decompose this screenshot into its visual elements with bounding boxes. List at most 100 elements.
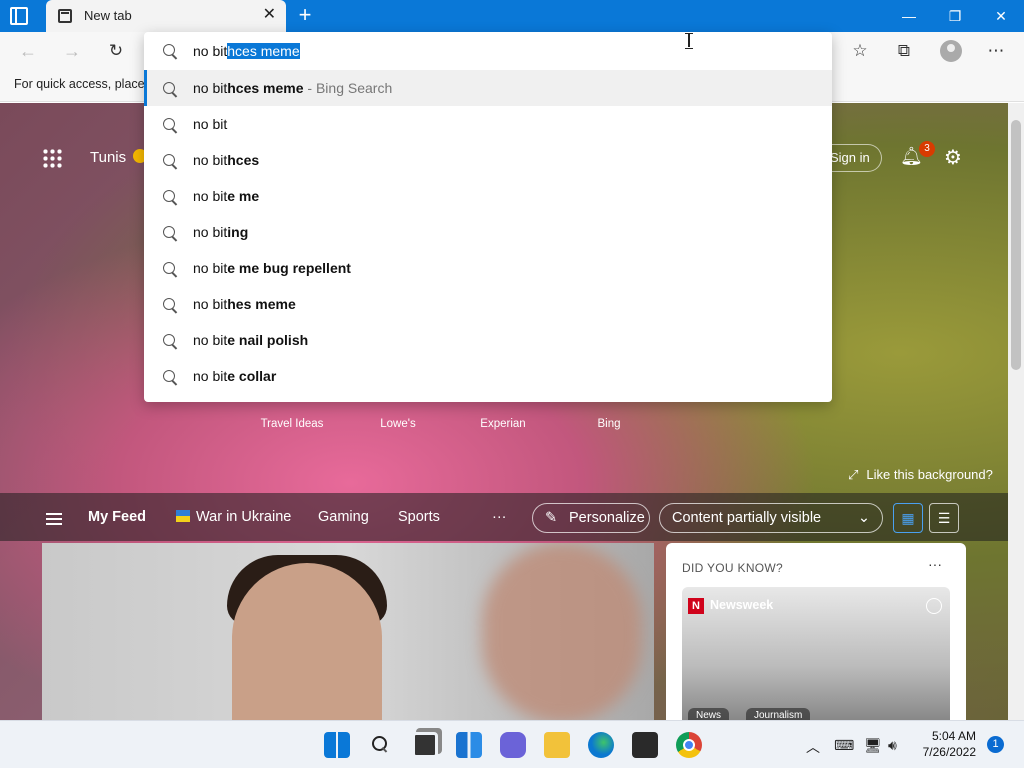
suggestion-item[interactable]: no bithces meme - Bing Search xyxy=(144,70,832,106)
search-icon xyxy=(163,262,175,274)
suggestion-completion: e collar xyxy=(227,368,277,384)
pencil-icon: ✎ xyxy=(545,510,558,526)
globe-icon xyxy=(926,598,942,614)
favorites-icon[interactable]: ☆ xyxy=(848,40,872,62)
network-icon[interactable]: 🖥︎ xyxy=(864,737,882,754)
personalize-label: Personalize xyxy=(569,510,645,526)
new-tab-button[interactable]: + xyxy=(294,4,316,26)
refresh-button[interactable]: ↻ xyxy=(104,40,128,62)
sign-in-button[interactable]: Sign in xyxy=(826,144,882,172)
suggestion-prefix: no bit xyxy=(193,368,228,384)
suggestion-item[interactable]: no bit xyxy=(144,106,832,142)
suggestion-text: no bite nail polish xyxy=(193,332,308,348)
feed-tab-label: War in Ukraine xyxy=(196,509,292,525)
search-icon xyxy=(163,334,175,346)
search-icon xyxy=(163,82,175,94)
text-cursor-icon xyxy=(685,33,693,49)
store-icon[interactable] xyxy=(632,732,658,758)
search-icon xyxy=(163,154,175,166)
tab-new-tab[interactable]: New tab ✕ xyxy=(46,0,286,32)
volume-icon[interactable]: 🔊︎ xyxy=(888,737,897,754)
tab-title: New tab xyxy=(84,8,132,23)
content-visibility-value: Content partially visible xyxy=(672,510,822,526)
back-button[interactable]: ← xyxy=(16,40,40,62)
grid-view-button[interactable]: ▦ xyxy=(893,503,923,533)
suggestion-completion: hes meme xyxy=(227,296,296,312)
quick-link-experian[interactable]: Experian xyxy=(463,418,543,430)
settings-more-icon[interactable]: ⋯ xyxy=(984,40,1008,62)
source-name: Newsweek xyxy=(710,598,774,612)
taskbar-clock[interactable]: 5:04 AM 7/26/2022 xyxy=(918,728,976,760)
restore-button[interactable]: ❐ xyxy=(932,0,978,32)
like-background-label: Like this background? xyxy=(866,467,993,482)
suggestion-item[interactable]: no bite nail polish xyxy=(144,322,832,358)
feed-tab-gaming[interactable]: Gaming xyxy=(318,509,369,525)
new-tab-page-icon xyxy=(58,9,72,23)
taskbar-search-icon[interactable] xyxy=(368,732,394,758)
weather-location[interactable]: Tunis xyxy=(90,149,126,166)
suggestion-prefix: no bit xyxy=(193,224,228,240)
suggestion-text: no bithces xyxy=(193,152,259,168)
search-icon xyxy=(163,44,175,56)
search-icon xyxy=(163,190,175,202)
scrollbar-thumb[interactable] xyxy=(1011,120,1021,370)
page-settings-gear-icon[interactable]: ⚙ xyxy=(944,145,962,170)
minimize-button[interactable]: — xyxy=(886,0,932,32)
search-glyph-icon xyxy=(372,736,387,751)
feed-more-button[interactable]: ··· xyxy=(492,509,507,525)
edge-icon[interactable] xyxy=(588,732,614,758)
photo-blurred-person xyxy=(482,543,642,720)
suggestion-item[interactable]: no bite me bug repellent xyxy=(144,250,832,286)
suggestion-item[interactable]: no bite collar xyxy=(144,358,832,394)
favorites-hint: For quick access, place y xyxy=(14,77,155,91)
forward-button[interactable]: → xyxy=(60,40,84,62)
search-icon xyxy=(163,118,175,130)
app-launcher-icon[interactable] xyxy=(42,148,62,168)
feed-tab-sports[interactable]: Sports xyxy=(398,509,440,525)
suggestion-completion: e me xyxy=(227,188,260,204)
tab-actions-icon[interactable] xyxy=(10,7,28,25)
chrome-icon[interactable] xyxy=(676,732,702,758)
address-bar-dropdown: no bithces meme no bithces meme - Bing S… xyxy=(144,32,832,402)
suggestion-item[interactable]: no bithces xyxy=(144,142,832,178)
clock-date: 7/26/2022 xyxy=(922,745,976,759)
feed-tab-war-in-ukraine[interactable]: War in Ukraine xyxy=(176,509,291,525)
title-bar: New tab ✕ + — ❐ ✕ xyxy=(0,0,1024,32)
quick-link-bing[interactable]: Bing xyxy=(569,418,649,430)
keyboard-icon[interactable]: ⌨ xyxy=(834,737,854,754)
start-icon[interactable] xyxy=(324,732,350,758)
suggestion-item[interactable]: no bithes meme xyxy=(144,286,832,322)
suggestion-prefix: no bit xyxy=(193,188,228,204)
content-visibility-select[interactable]: Content partially visible ⌄ xyxy=(659,503,883,533)
task-view-icon[interactable] xyxy=(412,732,438,758)
widgets-icon[interactable] xyxy=(456,732,482,758)
news-card-image[interactable] xyxy=(42,543,654,720)
address-bar-input[interactable]: no bithces meme xyxy=(144,32,832,70)
feed-menu-icon[interactable] xyxy=(46,513,62,525)
card-more-button[interactable]: ··· xyxy=(928,556,942,572)
quick-link-lowes[interactable]: Lowe's xyxy=(358,418,438,430)
suggestion-completion: hces meme xyxy=(227,80,304,96)
teams-chat-icon[interactable] xyxy=(500,732,526,758)
quick-link-travel-ideas[interactable]: Travel Ideas xyxy=(252,418,332,430)
like-background-link[interactable]: ⤢ Like this background? xyxy=(848,467,993,483)
suggestion-text: no bithes meme xyxy=(193,296,296,312)
autocomplete-selection: hces meme xyxy=(227,43,300,59)
collections-icon[interactable]: ⧉ xyxy=(892,40,916,62)
feed-tab-my-feed[interactable]: My Feed xyxy=(88,509,146,525)
tab-close-icon[interactable]: ✕ xyxy=(263,6,276,24)
show-hidden-icons-chevron-icon[interactable]: ︿ xyxy=(806,737,820,757)
file-explorer-icon[interactable] xyxy=(544,732,570,758)
expand-icon: ⤢ xyxy=(848,467,859,482)
suggestion-prefix: no bit xyxy=(193,260,228,276)
notification-center-badge[interactable]: 1 xyxy=(987,736,1004,753)
profile-avatar[interactable] xyxy=(940,40,962,62)
close-window-button[interactable]: ✕ xyxy=(978,0,1024,32)
suggestion-text: no bit xyxy=(193,116,227,132)
suggestion-text: no bite me bug repellent xyxy=(193,260,351,276)
list-view-button[interactable]: ☰ xyxy=(929,503,959,533)
suggestion-item[interactable]: no bite me xyxy=(144,178,832,214)
address-text[interactable]: no bithces meme xyxy=(193,43,300,59)
personalize-button[interactable]: ✎ Personalize xyxy=(532,503,650,533)
suggestion-item[interactable]: no biting xyxy=(144,214,832,250)
